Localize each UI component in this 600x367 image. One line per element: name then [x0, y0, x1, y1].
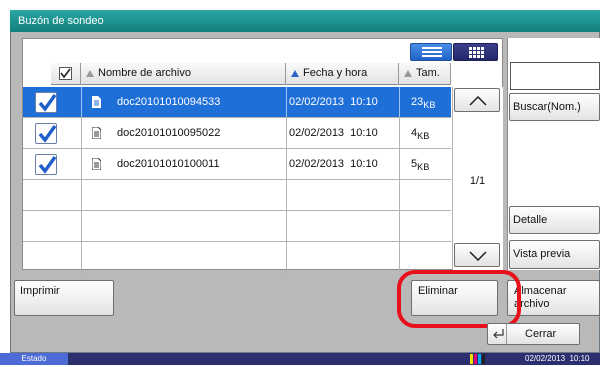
page-indicator: 1/1 — [469, 175, 486, 187]
scroll-down-button[interactable] — [454, 243, 500, 267]
file-date: 02/02/2013 10:10 — [289, 127, 378, 139]
close-button[interactable]: Cerrar — [487, 323, 580, 345]
status-datetime: 02/02/2013 10:10 — [525, 354, 590, 363]
sort-ascending-icon — [404, 70, 412, 77]
empty-row — [23, 180, 451, 211]
file-name: doc20101010095022 — [117, 127, 221, 139]
file-row[interactable]: doc20101010094533 02/02/2013 10:10 23KB — [23, 87, 451, 118]
search-input[interactable] — [510, 62, 600, 90]
file-name: doc20101010094533 — [117, 96, 221, 108]
close-label: Cerrar — [525, 328, 557, 340]
column-name-label: Nombre de archivo — [98, 67, 191, 79]
file-date: 02/02/2013 10:10 — [289, 158, 378, 170]
list-view-toggle[interactable] — [410, 43, 452, 61]
column-size-label: Tam. — [416, 67, 440, 79]
select-all-checkbox[interactable] — [59, 67, 72, 80]
sort-ascending-icon — [86, 70, 94, 77]
print-button[interactable]: Imprimir — [14, 280, 114, 316]
empty-row — [23, 242, 451, 273]
preview-button[interactable]: Vista previa — [509, 240, 600, 269]
grid-view-toggle[interactable] — [453, 43, 498, 61]
file-size: 5KB — [411, 158, 430, 173]
search-by-name-button[interactable]: Buscar(Nom.) — [509, 93, 600, 121]
row-checkbox[interactable] — [35, 154, 57, 175]
status-bar — [0, 353, 600, 365]
sort-active-icon — [291, 70, 299, 77]
file-size: 4KB — [411, 127, 430, 142]
detail-button[interactable]: Detalle — [509, 206, 600, 234]
file-date: 02/02/2013 10:10 — [289, 96, 378, 108]
list-view-icon — [422, 47, 442, 61]
empty-row — [23, 211, 451, 242]
chevron-down-icon — [469, 251, 487, 261]
chevron-up-icon — [469, 96, 487, 106]
status-button[interactable]: Estado — [0, 353, 68, 365]
column-header-name[interactable]: Nombre de archivo — [81, 63, 286, 85]
file-name: doc20101010100011 — [117, 158, 220, 170]
grid-view-icon — [469, 47, 484, 61]
column-date-label: Fecha y hora — [303, 67, 368, 79]
document-icon — [92, 96, 101, 108]
toner-level-icon — [470, 354, 486, 364]
scroll-up-button[interactable] — [454, 88, 500, 112]
document-icon — [92, 158, 101, 170]
delete-highlight-ring — [397, 270, 521, 328]
column-header-size[interactable]: Tam. — [399, 63, 451, 85]
row-checkbox[interactable] — [35, 123, 57, 144]
store-file-label-line2: archivo — [514, 298, 550, 310]
store-file-label-line1: Almacenar — [514, 285, 567, 297]
document-icon — [92, 127, 101, 139]
file-row[interactable]: doc20101010100011 02/02/2013 10:10 5KB — [23, 149, 451, 180]
window-title: Buzón de sondeo — [10, 10, 600, 32]
row-checkbox[interactable] — [35, 92, 57, 113]
column-header-date[interactable]: Fecha y hora — [286, 63, 399, 85]
select-all-header[interactable] — [51, 63, 81, 85]
file-size: 23KB — [411, 96, 436, 111]
return-icon — [493, 329, 504, 339]
file-row[interactable]: doc20101010095022 02/02/2013 10:10 4KB — [23, 118, 451, 149]
